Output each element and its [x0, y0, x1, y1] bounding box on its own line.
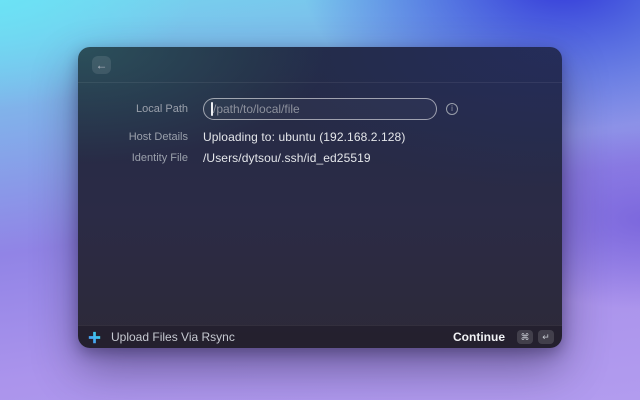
desktop-background: { "colors": { "bg_top_left": "#6ae4f6", …	[0, 0, 640, 400]
upload-form: Local Path i Host Details Uploading to: …	[78, 83, 562, 167]
local-path-label: Local Path	[98, 103, 188, 115]
text-cursor	[211, 102, 213, 116]
identity-file-row: Identity File /Users/dytsou/.ssh/id_ed25…	[78, 149, 562, 167]
action-bar: Upload Files Via Rsync Continue ⌘ ↵	[78, 325, 562, 348]
command-key-icon: ⌘	[517, 330, 533, 344]
local-path-row: Local Path i	[78, 98, 562, 120]
host-details-value: Uploading to: ubuntu (192.168.2.128)	[203, 130, 405, 144]
raycast-window: ← Local Path i Host Details Uploading to…	[78, 47, 562, 348]
identity-file-label: Identity File	[98, 152, 188, 164]
host-details-row: Host Details Uploading to: ubuntu (192.1…	[78, 128, 562, 146]
info-icon[interactable]: i	[446, 103, 458, 115]
command-title: Upload Files Via Rsync	[111, 330, 235, 344]
return-key-icon: ↵	[538, 330, 554, 344]
window-header: ←	[78, 47, 562, 83]
identity-file-value: /Users/dytsou/.ssh/id_ed25519	[203, 151, 371, 165]
host-details-label: Host Details	[98, 131, 188, 143]
back-button[interactable]: ←	[92, 56, 111, 74]
local-path-input-wrap	[203, 98, 437, 120]
rsync-extension-icon	[88, 331, 101, 344]
local-path-input[interactable]	[203, 98, 437, 120]
continue-button[interactable]: Continue	[453, 330, 505, 344]
